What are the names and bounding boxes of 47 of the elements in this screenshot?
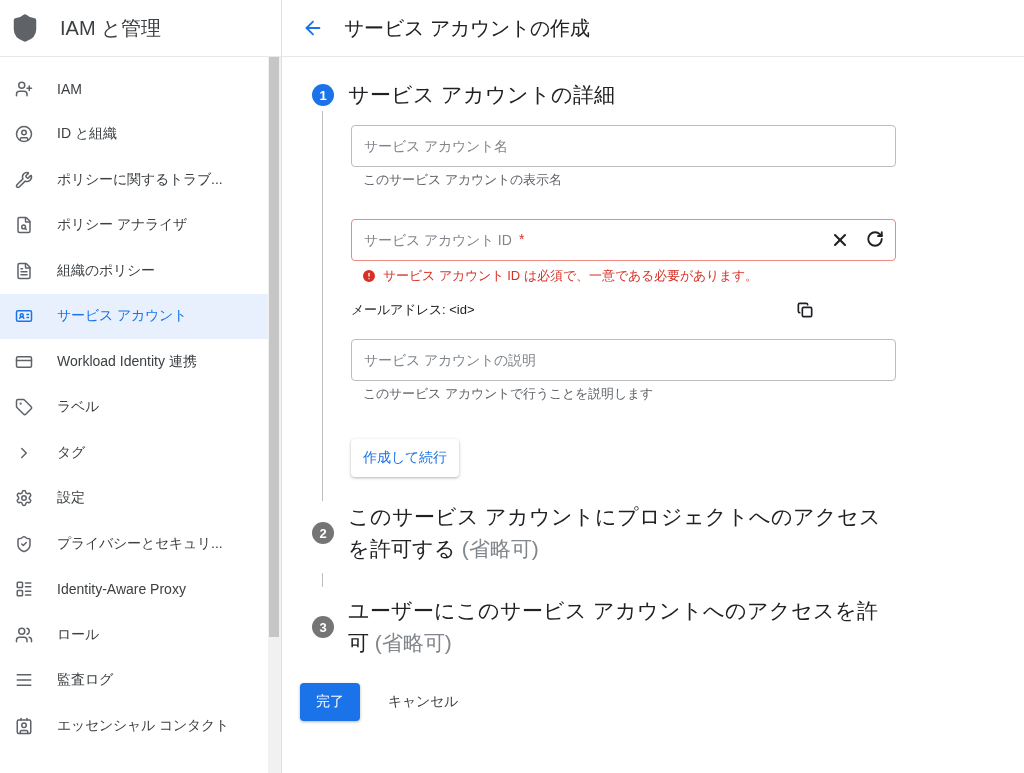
tag-icon — [15, 398, 33, 417]
nav-item[interactable]: ID と組織 — [0, 111, 268, 157]
document-search-icon — [15, 216, 33, 235]
step-number: 3 — [312, 616, 334, 638]
refresh-icon[interactable] — [866, 230, 884, 250]
nav-item[interactable]: タグ — [0, 430, 268, 476]
nav-item[interactable]: プライバシーとセキュリ... — [0, 521, 268, 567]
error-icon — [361, 268, 377, 284]
nav-item[interactable]: ラベル — [0, 384, 268, 430]
done-button[interactable]: 完了 — [300, 683, 360, 721]
nav-item[interactable]: ロール — [0, 612, 268, 658]
account-circle-icon — [15, 125, 33, 144]
nav-item[interactable]: サービス アカウント — [0, 293, 268, 339]
nav-item[interactable]: Workload Identity 連携 — [0, 339, 268, 385]
error-message: サービス アカウント ID は必須で、一意である必要があります。 — [383, 267, 758, 285]
copy-icon[interactable] — [797, 302, 813, 318]
step-number: 1 — [312, 84, 334, 106]
text-field[interactable]: サービス アカウントの説明 — [351, 339, 896, 381]
step-number: 2 — [312, 522, 334, 544]
nav-item[interactable]: 監査ログ — [0, 657, 268, 703]
product-title: IAM と管理 — [60, 15, 162, 41]
text-field[interactable]: サービス アカウント名 — [351, 125, 896, 167]
shield-icon — [15, 534, 33, 553]
list-icon — [15, 580, 33, 599]
wrench-icon — [15, 170, 33, 189]
nav-item[interactable]: Identity-Aware Proxy — [0, 566, 268, 612]
cancel-button[interactable]: キャンセル — [376, 683, 470, 721]
create-continue-button[interactable]: 作成して続行 — [351, 439, 459, 477]
person-add-icon — [15, 79, 33, 98]
step-title: ユーザーにこのサービス アカウントへのアクセスを許可 (省略可) — [348, 598, 879, 656]
nav-item[interactable]: ポリシーに関するトラブ... — [0, 157, 268, 203]
step-title: サービス アカウントの詳細 — [348, 82, 615, 108]
email-label: メールアドレス: <id> — [351, 301, 475, 319]
page-title: サービス アカウントの作成 — [344, 15, 590, 41]
nav-item[interactable]: 組織のポリシー — [0, 248, 268, 294]
field-hint: このサービス アカウントで行うことを説明します — [362, 385, 654, 403]
required-mark: * — [519, 231, 525, 247]
contact-icon — [15, 716, 33, 735]
settings-icon — [15, 489, 33, 508]
nav-item[interactable]: 設定 — [0, 475, 268, 521]
step-title: このサービス アカウントにプロジェクトへのアクセスを許可する (省略可) — [348, 504, 882, 562]
people-icon — [15, 625, 33, 644]
nav-item[interactable]: エッセンシャル コンタクト — [0, 703, 268, 749]
field-hint: このサービス アカウントの表示名 — [362, 171, 563, 189]
nav-item[interactable]: IAM — [0, 66, 268, 112]
document-icon — [15, 261, 33, 280]
nav-item[interactable]: ポリシー アナライザ — [0, 202, 268, 248]
